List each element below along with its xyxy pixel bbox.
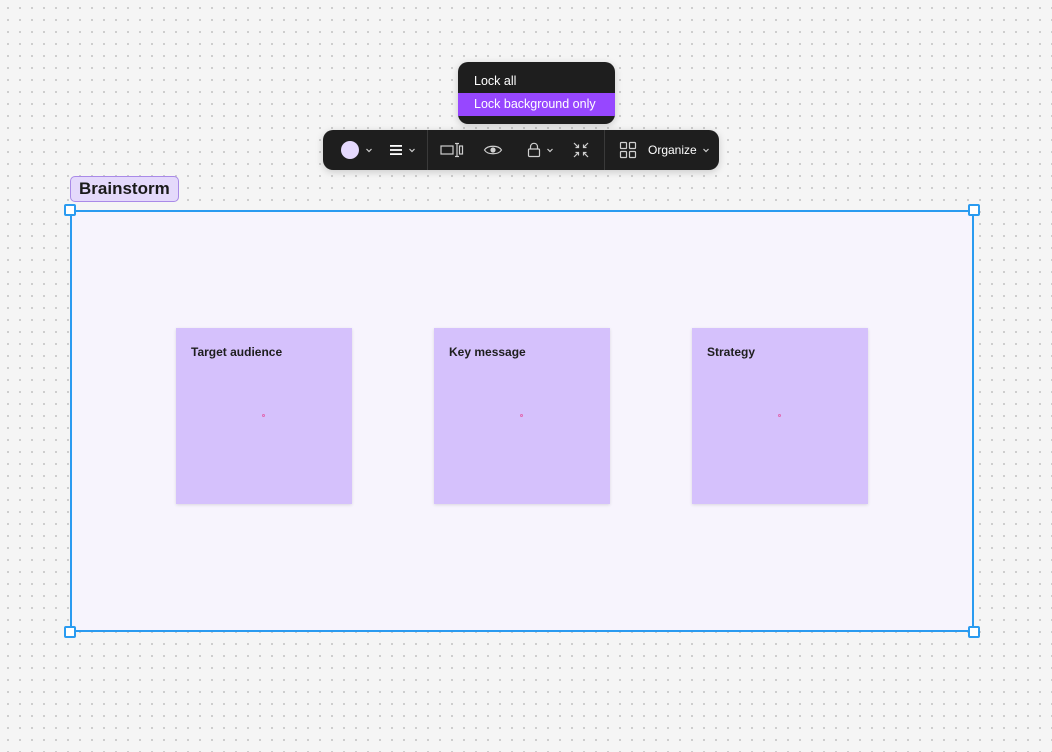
- sticky-note[interactable]: Key message: [434, 328, 610, 504]
- toolbar-divider: [604, 130, 605, 170]
- chevron-down-icon: [408, 148, 415, 153]
- eye-icon: [483, 145, 503, 155]
- collapse-icon: [573, 142, 589, 158]
- toolbar-divider: [427, 130, 428, 170]
- align-button[interactable]: [385, 140, 419, 160]
- color-swatch: [341, 141, 359, 159]
- selection-toolbar: Organize: [323, 130, 719, 170]
- collapse-button[interactable]: [570, 140, 592, 160]
- chevron-down-icon: [702, 148, 709, 153]
- sticky-note-title: Strategy: [707, 345, 756, 359]
- resize-handle-bottom-left[interactable]: [64, 626, 76, 638]
- cursor-dot: [520, 414, 523, 417]
- chevron-down-icon: [546, 148, 553, 153]
- resize-icon: [440, 142, 464, 158]
- section-title[interactable]: Brainstorm: [70, 176, 179, 202]
- organize-button[interactable]: Organize: [619, 139, 713, 161]
- menu-item-lock-all[interactable]: Lock all: [458, 70, 615, 93]
- cursor-dot: [262, 414, 265, 417]
- align-icon: [389, 145, 402, 155]
- visibility-button[interactable]: [481, 140, 505, 160]
- color-picker-button[interactable]: [337, 140, 377, 160]
- grid-icon: [619, 141, 637, 159]
- lock-menu: Lock all Lock background only: [458, 62, 615, 124]
- resize-handle-top-left[interactable]: [64, 204, 76, 216]
- resize-button[interactable]: [439, 140, 465, 160]
- menu-item-lock-background-only[interactable]: Lock background only: [458, 93, 615, 116]
- sticky-note-title: Key message: [449, 345, 526, 359]
- lock-button[interactable]: [523, 140, 557, 160]
- cursor-dot: [778, 414, 781, 417]
- lock-icon: [527, 142, 540, 158]
- organize-label: Organize: [648, 143, 697, 157]
- chevron-down-icon: [366, 148, 372, 153]
- sticky-note[interactable]: Strategy: [692, 328, 868, 504]
- resize-handle-bottom-right[interactable]: [968, 626, 980, 638]
- sticky-note-title: Target audience: [191, 345, 283, 359]
- resize-handle-top-right[interactable]: [968, 204, 980, 216]
- sticky-note[interactable]: Target audience: [176, 328, 352, 504]
